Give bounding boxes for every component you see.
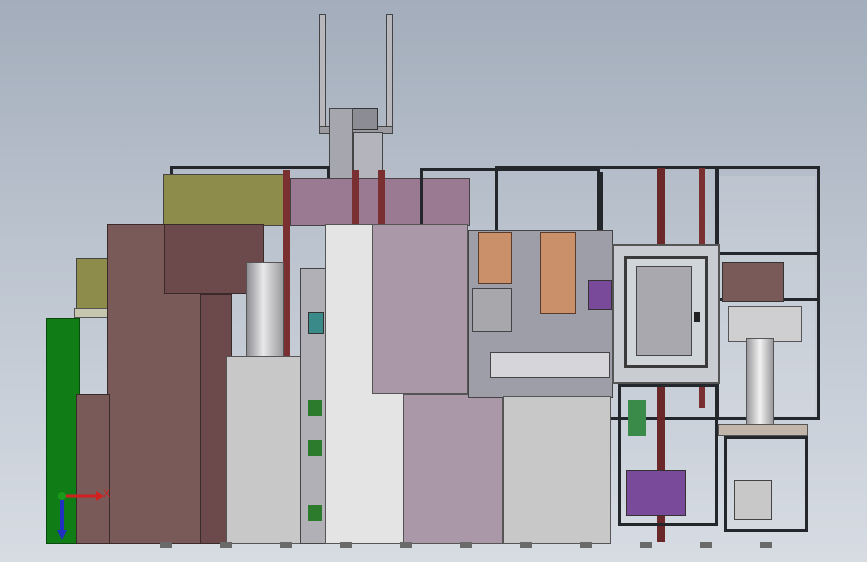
right-shaft (746, 338, 774, 426)
copper-plate-1 (478, 232, 512, 284)
right-bowl (722, 262, 784, 302)
mechanism-green-chip-3 (308, 505, 322, 521)
cylinder-tank (246, 262, 284, 358)
frame-bar-horizontal (715, 252, 817, 255)
right-table (718, 424, 808, 436)
mechanism-strip (490, 352, 610, 378)
light-purple-upper (372, 224, 468, 394)
mechanism-green-chip-2 (308, 440, 322, 456)
gray-lower-cabinet (503, 396, 611, 544)
gray-cabinet (226, 356, 304, 544)
x-axis-label: X (103, 488, 111, 500)
hopper-base (74, 308, 110, 318)
red-post-2 (352, 170, 359, 226)
enclosure-handle[interactable] (694, 312, 700, 322)
olive-panel (163, 174, 285, 226)
lower-green-module (628, 400, 646, 436)
enclosure-inner-mechanism (636, 266, 692, 356)
mast-left-rail (319, 14, 326, 132)
z-axis-arrow (57, 530, 67, 540)
mechanism-teal (308, 312, 324, 334)
copper-plate-2 (540, 232, 576, 314)
mechanism-green-chip-1 (308, 400, 322, 416)
light-purple-lower (403, 394, 503, 544)
lower-purple-module (626, 470, 686, 516)
mast-right-rail (386, 14, 393, 132)
gray-box (472, 288, 512, 332)
right-base-box (734, 480, 772, 520)
floor-feet (160, 542, 820, 548)
purple-module (588, 280, 612, 310)
red-post-1 (283, 170, 290, 356)
mast-block (352, 108, 378, 130)
olive-hopper (76, 258, 110, 310)
right-funnel (728, 306, 802, 342)
cad-viewport[interactable]: X (0, 0, 867, 562)
red-post-3 (378, 170, 385, 226)
origin-dot (58, 492, 66, 500)
